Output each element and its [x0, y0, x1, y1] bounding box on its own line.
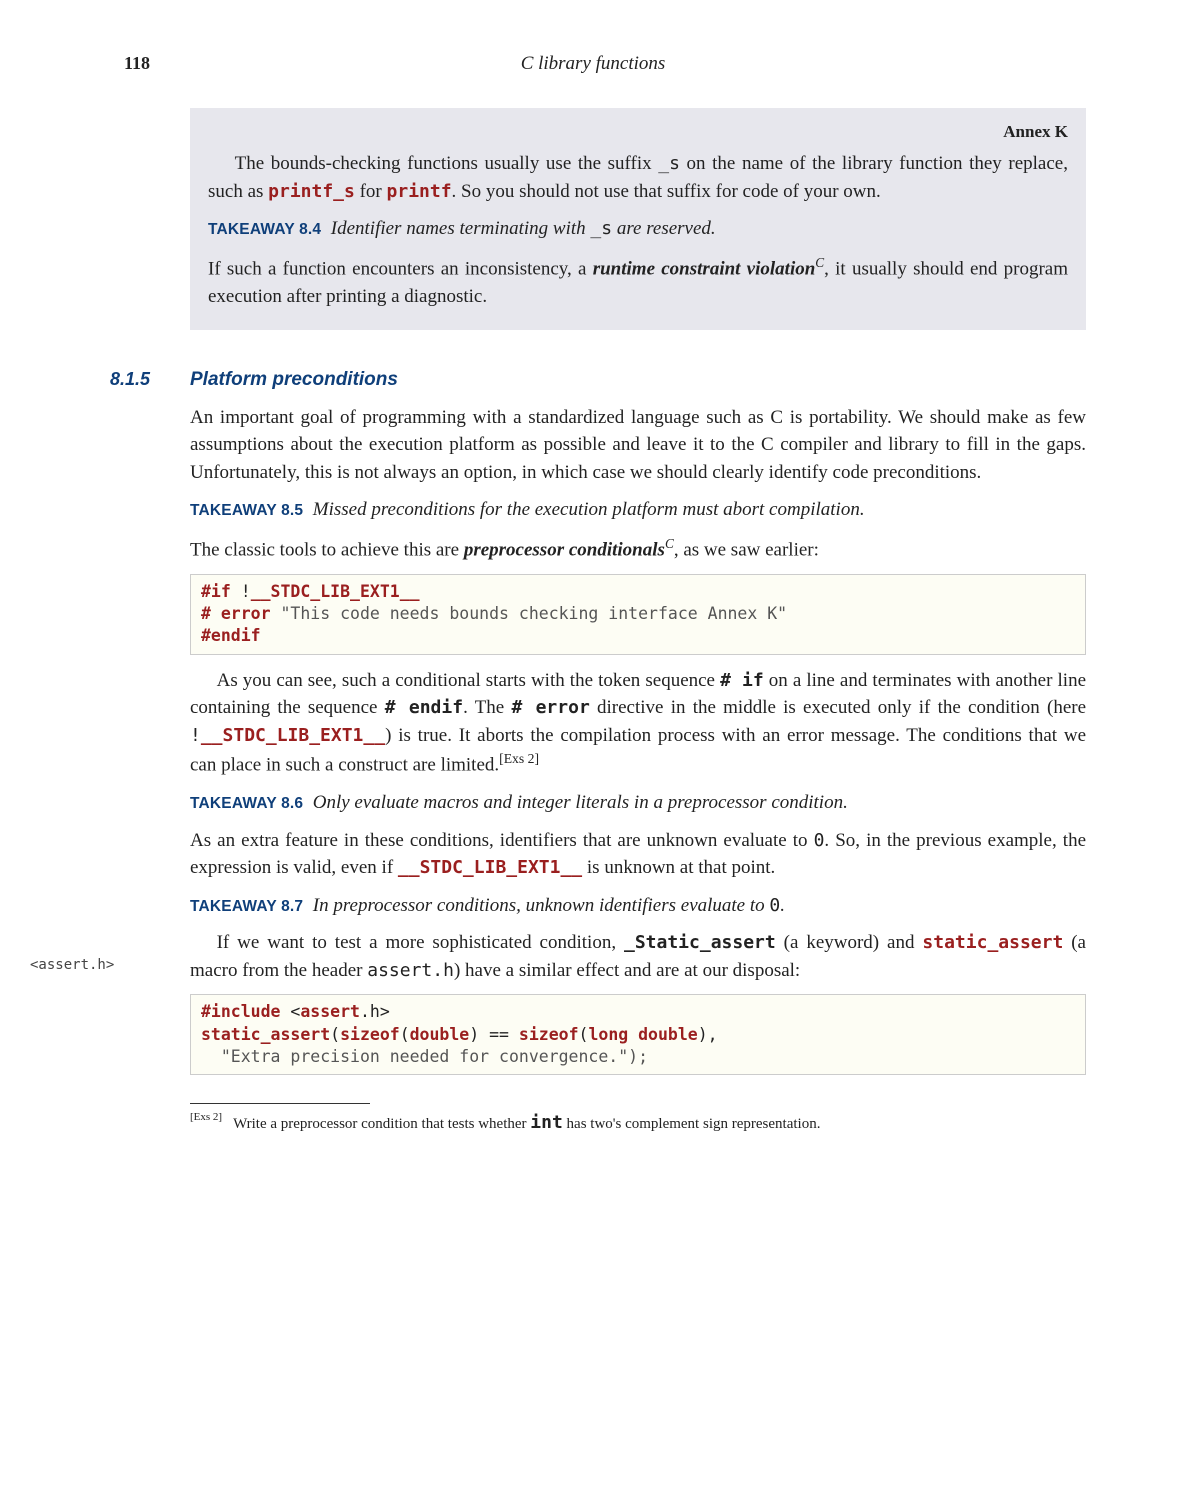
footnote-label: [Exs 2]: [190, 1111, 222, 1123]
section-heading: 8.1.5 Platform preconditions: [110, 366, 1086, 394]
code-inline: 0: [769, 895, 780, 916]
code-text: (: [330, 1025, 340, 1044]
code-kw: #if: [201, 582, 231, 601]
takeaway-8-6: TAKEAWAY 8.6 Only evaluate macros and in…: [190, 789, 1086, 817]
code-kw: static_assert: [201, 1025, 330, 1044]
text: (a keyword) and: [776, 932, 923, 953]
text: If such a function encounters an inconsi…: [208, 258, 593, 279]
text: .: [780, 895, 785, 916]
text: The classic tools to achieve this are: [190, 539, 464, 560]
footnote-exs2: [Exs 2] Write a preprocessor condition t…: [190, 1110, 1086, 1136]
code-inline: !: [190, 725, 201, 746]
takeaway-text: In preprocessor conditions, unknown iden…: [313, 895, 785, 916]
code-inline: assert.h: [367, 960, 454, 981]
text: for: [355, 181, 387, 202]
code-kw: sizeof: [340, 1025, 400, 1044]
page-header: 118 C library functions: [110, 50, 1086, 78]
code-inline: # endif: [385, 697, 463, 718]
takeaway-text: Identifier names terminating with _s are…: [331, 218, 716, 239]
takeaway-label: TAKEAWAY 8.7: [190, 898, 303, 915]
section-number: 8.1.5: [110, 366, 190, 392]
paragraph-portability: An important goal of programming with a …: [190, 404, 1086, 487]
margin-note-assert-h: <assert.h>: [30, 955, 114, 975]
takeaway-label: TAKEAWAY 8.4: [208, 221, 321, 238]
text: . So you should not use that suffix for …: [452, 181, 881, 202]
text: As an extra feature in these conditions,…: [190, 830, 814, 851]
text: is unknown at that point.: [582, 857, 775, 878]
code-printf: printf: [387, 181, 452, 202]
takeaway-label: TAKEAWAY 8.5: [190, 502, 303, 519]
chapter-title: C library functions: [100, 50, 1086, 78]
term-runtime-constraint-violation: runtime constraint violation: [593, 258, 816, 279]
text: As you can see, such a conditional start…: [217, 670, 720, 691]
code-kw: #include: [201, 1002, 280, 1021]
code-macro: __STDC_LIB_EXT1__: [201, 725, 385, 746]
text: The bounds-checking functions usually us…: [235, 153, 659, 174]
code-text: ) ==: [469, 1025, 519, 1044]
text: directive in the middle is executed only…: [590, 697, 1086, 718]
superscript: C: [815, 255, 824, 270]
text: Write a preprocessor condition that test…: [233, 1116, 530, 1132]
code-text: .h>: [360, 1002, 390, 1021]
code-macro: __STDC_LIB_EXT1__: [398, 857, 582, 878]
code-inline: 0: [814, 830, 825, 851]
takeaway-8-5: TAKEAWAY 8.5 Missed preconditions for th…: [190, 496, 1086, 524]
code-kw: #endif: [201, 626, 261, 645]
code-text: ),: [698, 1025, 718, 1044]
code-inline: _Static_assert: [624, 932, 776, 953]
code-inline: # if: [720, 670, 764, 691]
term-preprocessor-conditionals: preprocessor conditionals: [464, 539, 665, 560]
code-inline: # error: [511, 697, 589, 718]
code-string: "Extra precision needed for convergence.…: [201, 1047, 648, 1066]
code-kw: sizeof: [519, 1025, 579, 1044]
code-kw: assert: [300, 1002, 360, 1021]
text: , as we saw earlier:: [674, 539, 819, 560]
code-text: <: [280, 1002, 300, 1021]
code-inline: int: [530, 1112, 563, 1133]
text: Identifier names terminating with: [331, 218, 591, 239]
code-text: (: [579, 1025, 589, 1044]
takeaway-label: TAKEAWAY 8.6: [190, 795, 303, 812]
superscript: C: [665, 536, 674, 551]
text: In preprocessor conditions, unknown iden…: [313, 895, 770, 916]
shaded-box: Annex K The bounds-checking functions us…: [190, 108, 1086, 331]
paragraph-classic-tools: The classic tools to achieve this are pr…: [190, 534, 1086, 564]
takeaway-text: Only evaluate macros and integer literal…: [313, 792, 848, 813]
code-block-1: #if !__STDC_LIB_EXT1__ # error "This cod…: [190, 574, 1086, 655]
code-string: "This code needs bounds checking interfa…: [271, 604, 788, 623]
takeaway-8-4: TAKEAWAY 8.4 Identifier names terminatin…: [208, 215, 1068, 243]
code-block-2: #include <assert.h> static_assert(sizeof…: [190, 994, 1086, 1075]
paragraph-static-assert: If we want to test a more sophisticated …: [190, 929, 1086, 984]
shaded-paragraph-2: If such a function encounters an inconsi…: [208, 253, 1068, 310]
code-inline: _s: [590, 218, 612, 239]
code-printf-s: printf_s: [268, 181, 355, 202]
code-text: !: [231, 582, 251, 601]
code-inline: _s: [658, 153, 680, 174]
text: If we want to test a more sophisticated …: [217, 932, 624, 953]
paragraph-extra-feature: As an extra feature in these conditions,…: [190, 827, 1086, 882]
footnote-ref: [Exs 2]: [499, 751, 539, 766]
takeaway-8-7: TAKEAWAY 8.7 In preprocessor conditions,…: [190, 892, 1086, 920]
text: . The: [463, 697, 511, 718]
text: are reserved.: [612, 218, 716, 239]
takeaway-text: Missed preconditions for the execution p…: [313, 499, 865, 520]
text: ) have a similar effect and are at our d…: [454, 960, 800, 981]
code-kw: __STDC_LIB_EXT1__: [251, 582, 420, 601]
code-kw: long double: [588, 1025, 697, 1044]
annex-label: Annex K: [208, 120, 1068, 145]
section-title: Platform preconditions: [190, 366, 398, 394]
code-text: (: [400, 1025, 410, 1044]
code-kw: double: [410, 1025, 470, 1044]
code-inline: static_assert: [922, 932, 1063, 953]
code-kw: # error: [201, 604, 271, 623]
paragraph-conditional-explain: As you can see, such a conditional start…: [190, 667, 1086, 780]
text: has two's complement sign representation…: [563, 1116, 821, 1132]
footnote-separator: [190, 1103, 370, 1104]
shaded-paragraph-1: The bounds-checking functions usually us…: [208, 150, 1068, 205]
